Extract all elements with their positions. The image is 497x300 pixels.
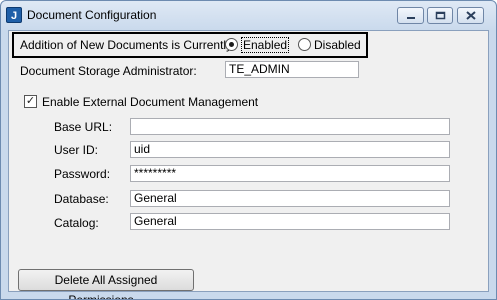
enable-external-label[interactable]: Enable External Document Management <box>42 95 258 109</box>
app-logo-icon: J <box>6 7 22 23</box>
delete-permissions-button[interactable]: Delete All Assigned Permissions... <box>18 269 194 299</box>
enabled-radio-label[interactable]: Enabled <box>241 37 290 53</box>
catalog-field[interactable]: General <box>130 213 450 230</box>
maximize-icon <box>435 11 445 20</box>
maximize-button[interactable] <box>427 7 453 24</box>
database-label: Database: <box>54 192 109 206</box>
disabled-radio[interactable] <box>298 38 311 51</box>
base-url-label: Base URL: <box>54 120 113 134</box>
user-id-field[interactable]: uid <box>130 141 450 158</box>
storage-admin-field[interactable]: TE_ADMIN <box>225 61 359 78</box>
password-field[interactable]: ********* <box>130 165 450 182</box>
minimize-icon <box>406 16 415 19</box>
title-bar[interactable]: J Document Configuration <box>1 1 496 30</box>
document-configuration-window: J Document Configuration Addition of New… <box>0 0 497 300</box>
enable-external-checkbox[interactable]: ✓ <box>24 95 37 108</box>
user-id-label: User ID: <box>54 143 99 157</box>
minimize-button[interactable] <box>397 7 424 24</box>
client-area: Addition of New Documents is Currently: … <box>8 30 489 299</box>
catalog-label: Catalog: <box>54 216 99 230</box>
base-url-field[interactable] <box>130 118 450 135</box>
password-label: Password: <box>54 167 111 181</box>
disabled-radio-label[interactable]: Disabled <box>314 38 361 52</box>
database-field[interactable]: General <box>130 190 450 207</box>
close-icon <box>465 11 476 20</box>
storage-admin-label: Document Storage Administrator: <box>20 64 197 78</box>
enabled-radio[interactable] <box>225 38 238 51</box>
addition-status-label: Addition of New Documents is Currently: <box>20 38 236 52</box>
enabled-label-text: Enabled <box>241 37 290 53</box>
close-button[interactable] <box>457 7 484 24</box>
window-title: Document Configuration <box>27 8 157 22</box>
